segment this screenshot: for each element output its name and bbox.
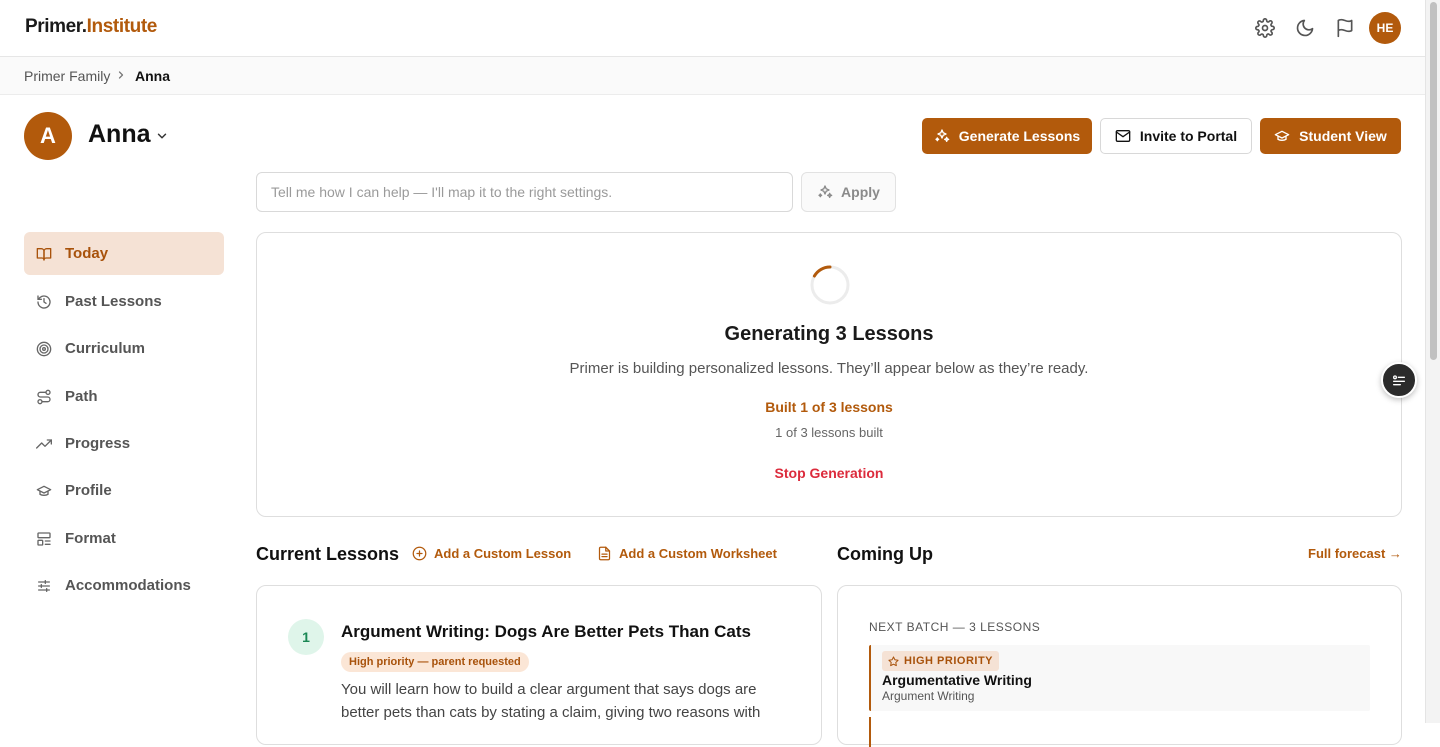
list-checks-icon [1391,372,1407,388]
lesson-description: You will learn how to build a clear argu… [341,681,761,721]
star-icon [888,655,899,667]
sidebar-item-label: Path [65,388,98,405]
layout-icon [36,531,52,547]
sidebar-item-profile[interactable]: Profile [24,469,224,512]
help-input[interactable] [256,172,793,212]
generating-built-status: Built 1 of 3 lessons [765,399,893,415]
coming-up-card: NEXT BATCH — 3 LESSONS HIGH PRIORITY Arg… [837,585,1402,747]
generating-sub-status: 1 of 3 lessons built [775,425,883,440]
lesson-card[interactable]: 1 Argument Writing: Dogs Are Better Pets… [256,585,822,745]
gear-icon[interactable] [1255,18,1275,38]
task-list-toggle-button[interactable] [1381,362,1417,398]
sidebar-item-label: Past Lessons [65,293,162,310]
lesson-title[interactable]: Argument Writing: Dogs Are Better Pets T… [341,622,751,642]
sidebar-item-past-lessons[interactable]: Past Lessons [24,280,224,323]
chevron-right-icon [115,69,127,81]
sidebar-item-label: Accommodations [65,577,191,594]
file-text-icon [597,546,612,561]
apply-label: Apply [841,184,880,200]
high-priority-badge: HIGH PRIORITY [882,651,1000,671]
priority-label: HIGH PRIORITY [904,655,994,667]
apply-button[interactable]: Apply [801,172,896,212]
student-avatar: A [24,112,72,160]
lesson-number: 1 [288,619,324,655]
invite-to-portal-button[interactable]: Invite to Portal [1100,118,1252,154]
page-scrollbar[interactable] [1425,0,1440,723]
add-custom-worksheet-label: Add a Custom Worksheet [619,546,777,561]
sidebar-item-progress[interactable]: Progress [24,422,224,465]
next-batch-label: NEXT BATCH — 3 LESSONS [869,620,1041,634]
coming-up-item[interactable]: HIGH PRIORITY Argumentative Writing Argu… [869,645,1370,711]
coming-up-item-title: Argumentative Writing [882,672,1032,688]
chevron-down-icon[interactable] [155,129,169,143]
breadcrumb-current: Anna [135,68,170,84]
sidebar-item-label: Format [65,530,116,547]
add-custom-lesson-button[interactable]: Add a Custom Lesson [412,546,571,561]
current-lessons-title: Current Lessons [256,544,400,564]
stop-generation-button[interactable]: Stop Generation [774,465,884,481]
route-icon [36,389,52,405]
student-name[interactable]: Anna [88,120,151,149]
coming-up-item-subtitle: Argument Writing [882,689,975,703]
sidebar-item-curriculum[interactable]: Curriculum [24,327,224,370]
sidebar-item-label: Today [65,245,109,262]
target-icon [36,341,52,357]
logo-text-institute: Institute [86,16,158,37]
student-view-button[interactable]: Student View [1260,118,1401,154]
sparkles-icon [817,184,833,200]
sidebar-item-accommodations[interactable]: Accommodations [24,564,224,607]
flag-icon[interactable] [1335,18,1355,38]
mail-icon [1115,128,1131,144]
sidebar-item-format[interactable]: Format [24,517,224,560]
generating-panel: Generating 3 Lessons Primer is building … [256,232,1402,517]
generating-description: Primer is building personalized lessons.… [569,360,1089,377]
full-forecast-link[interactable]: Full forecast → [1308,546,1402,561]
coming-up-item[interactable] [869,717,1370,747]
history-icon [36,294,52,310]
graduation-cap-icon [1274,128,1290,144]
student-view-label: Student View [1299,128,1387,144]
graduation-cap-icon [36,483,52,499]
sidebar-item-label: Curriculum [65,340,146,357]
sidebar-item-path[interactable]: Path [24,375,224,418]
sidebar-item-label: Progress [65,435,131,452]
trending-up-icon [36,436,52,452]
breadcrumb: Primer Family Anna [0,57,1425,95]
generate-lessons-button[interactable]: Generate Lessons [922,118,1092,154]
coming-up-title: Coming Up [837,544,933,564]
generate-lessons-label: Generate Lessons [958,128,1081,144]
scrollbar-thumb[interactable] [1430,2,1437,360]
user-avatar[interactable]: HE [1369,12,1401,44]
moon-icon[interactable] [1295,18,1315,38]
breadcrumb-parent[interactable]: Primer Family [24,68,110,84]
top-bar: Primer.Institute HE [0,0,1425,57]
logo-text-primer: Primer. [25,16,87,37]
priority-badge: High priority — parent requested [341,652,529,672]
plus-circle-icon [412,546,427,561]
sidebar-item-label: Profile [65,482,112,499]
sidebar-item-today[interactable]: Today [24,232,224,275]
add-custom-lesson-label: Add a Custom Lesson [434,546,572,561]
sliders-icon [36,578,52,594]
generating-title: Generating 3 Lessons [724,323,934,345]
sparkles-icon [934,128,950,144]
add-custom-worksheet-button[interactable]: Add a Custom Worksheet [597,546,777,561]
app-logo[interactable]: Primer.Institute [25,16,157,38]
book-open-icon [36,246,52,262]
invite-to-portal-label: Invite to Portal [1139,128,1238,144]
loading-spinner-icon [809,264,851,306]
